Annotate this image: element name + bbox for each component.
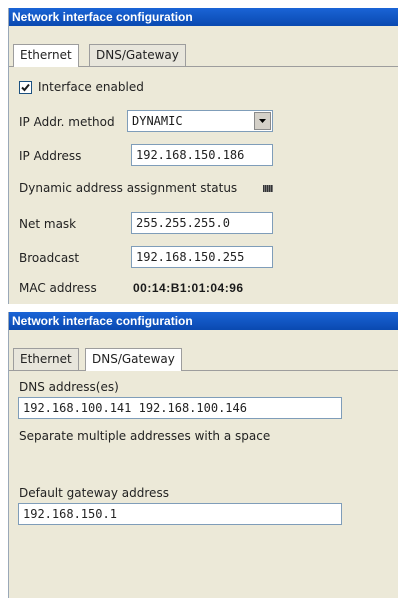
panel-body: Ethernet DNS/Gateway Interface enabled I… xyxy=(9,26,398,304)
panel-title: Network interface configuration xyxy=(9,312,398,330)
broadcast-input[interactable]: 192.168.150.255 xyxy=(131,246,273,268)
tab-dns-gateway[interactable]: DNS/Gateway xyxy=(85,348,182,371)
mac-address-value: 00:14:B1:01:04:96 xyxy=(133,281,244,295)
status-indicator-icon xyxy=(263,185,273,192)
gateway-input[interactable]: 192.168.150.1 xyxy=(18,503,342,525)
chevron-down-icon xyxy=(259,119,266,123)
ip-method-value: DYNAMIC xyxy=(132,114,183,128)
ip-method-select[interactable]: DYNAMIC xyxy=(127,110,273,132)
dns-label: DNS address(es) xyxy=(19,380,119,394)
ip-address-label: IP Address xyxy=(19,149,82,163)
interface-enabled-checkbox[interactable] xyxy=(19,81,32,94)
dns-hint: Separate multiple addresses with a space xyxy=(19,429,271,443)
network-config-panel-ethernet: Network interface configuration Ethernet… xyxy=(8,8,398,304)
gateway-label: Default gateway address xyxy=(19,486,169,500)
dropdown-button[interactable] xyxy=(254,112,271,130)
ip-method-label: IP Addr. method xyxy=(19,115,115,129)
tab-ethernet[interactable]: Ethernet xyxy=(13,348,79,370)
panel-title: Network interface configuration xyxy=(9,8,398,26)
dynamic-status-label: Dynamic address assignment status xyxy=(19,181,238,195)
net-mask-label: Net mask xyxy=(19,217,77,231)
interface-enabled-label: Interface enabled xyxy=(38,80,144,94)
broadcast-label: Broadcast xyxy=(19,251,80,265)
panel-body: Ethernet DNS/Gateway DNS address(es) 192… xyxy=(9,330,398,598)
checkmark-icon xyxy=(21,83,30,92)
network-config-panel-dns: Network interface configuration Ethernet… xyxy=(8,312,398,598)
net-mask-input[interactable]: 255.255.255.0 xyxy=(131,212,273,234)
tab-dns-gateway[interactable]: DNS/Gateway xyxy=(89,44,186,66)
mac-address-label: MAC address xyxy=(19,281,97,295)
dns-input[interactable]: 192.168.100.141 192.168.100.146 xyxy=(18,397,342,419)
tab-ethernet[interactable]: Ethernet xyxy=(13,44,79,67)
ip-address-input[interactable]: 192.168.150.186 xyxy=(131,144,273,166)
